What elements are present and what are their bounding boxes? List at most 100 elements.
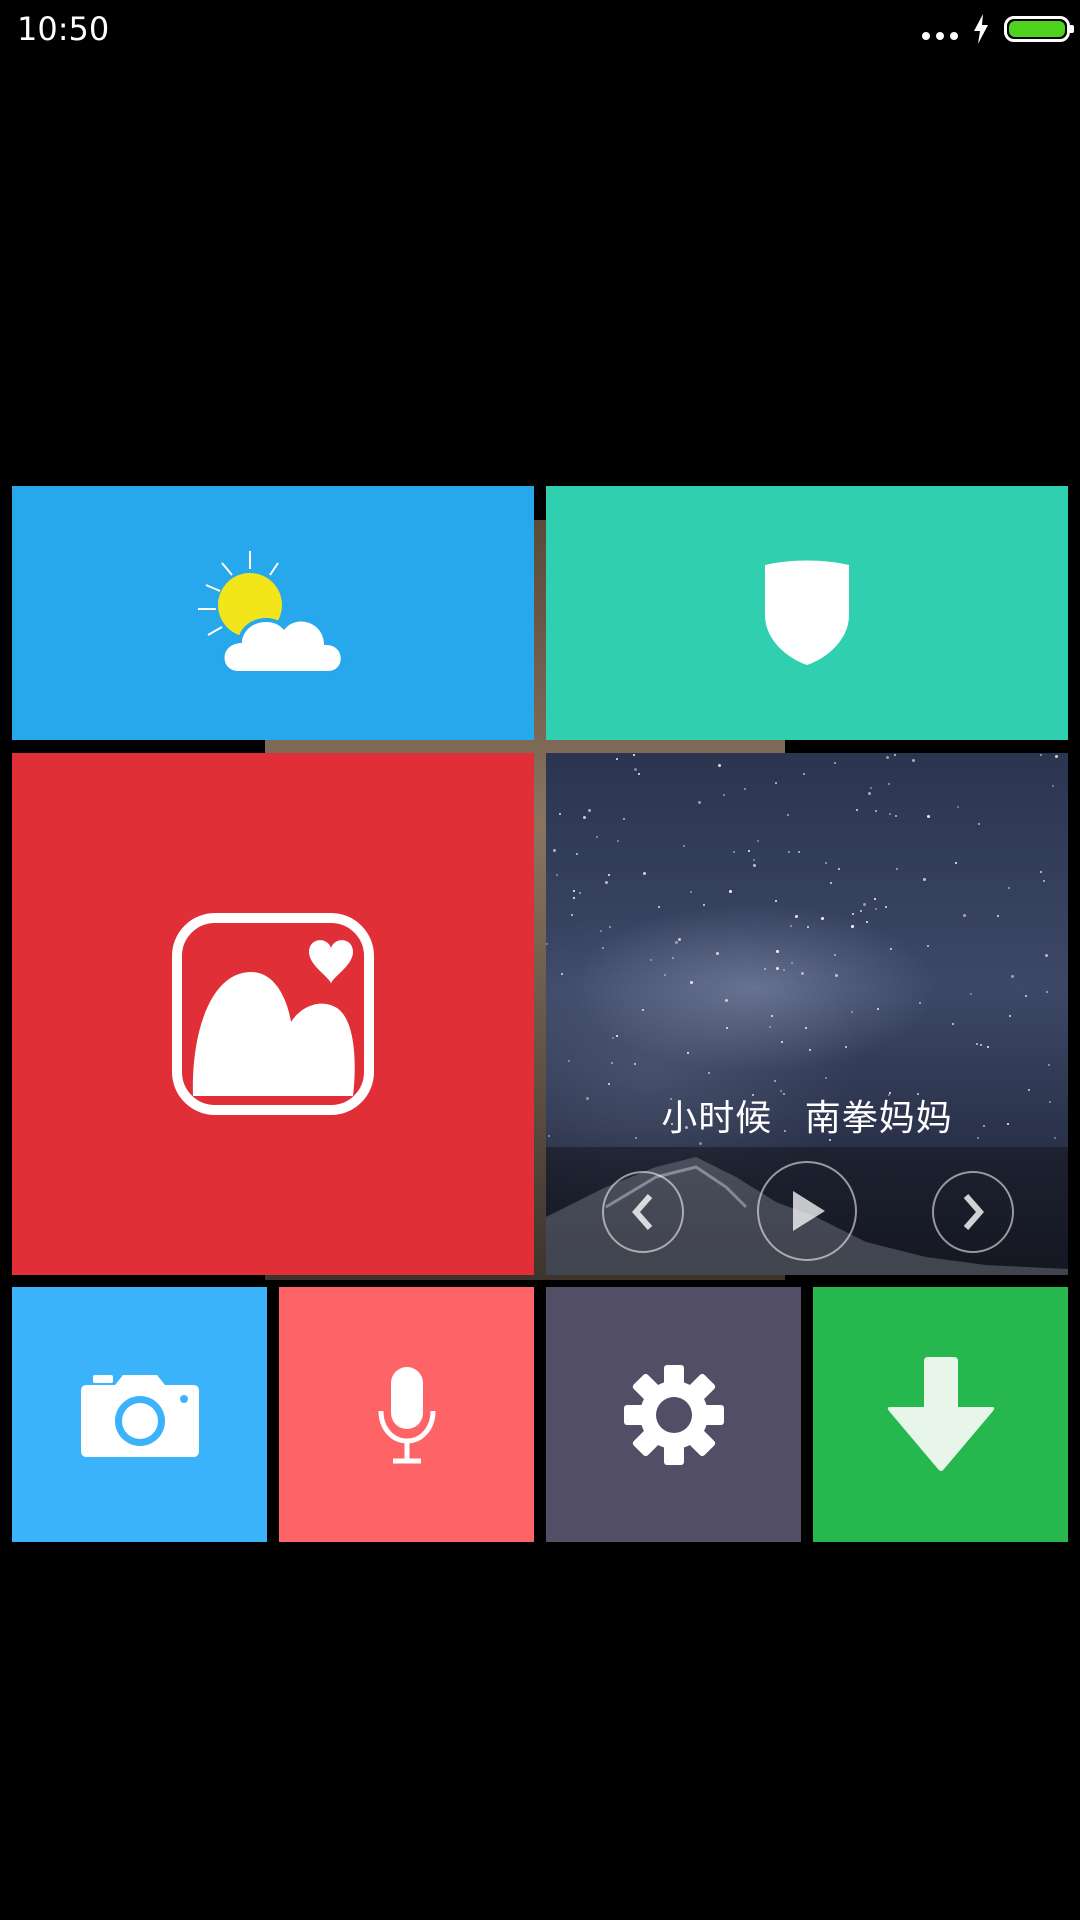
- star: [572, 896, 575, 899]
- star: [650, 958, 653, 961]
- star: [632, 754, 635, 757]
- star: [886, 756, 890, 759]
- star: [672, 956, 675, 959]
- star: [764, 967, 766, 970]
- star: [708, 1071, 711, 1074]
- star: [912, 758, 916, 762]
- star: [791, 961, 794, 964]
- microphone-icon: [378, 1366, 435, 1463]
- star: [890, 947, 893, 950]
- star: [787, 851, 790, 854]
- star: [599, 929, 602, 932]
- status-icons: [922, 14, 1074, 44]
- star: [820, 917, 824, 921]
- star: [1009, 1015, 1012, 1018]
- star: [1024, 994, 1027, 997]
- star: [689, 890, 692, 893]
- star: [641, 1009, 644, 1012]
- star: [552, 848, 556, 852]
- star: [859, 909, 862, 912]
- next-icon: [963, 1194, 984, 1230]
- star: [850, 925, 854, 929]
- star: [752, 863, 756, 867]
- more-dots-icon: [922, 32, 958, 40]
- star: [689, 981, 693, 985]
- star: [774, 1079, 777, 1082]
- star: [887, 782, 890, 785]
- star: [780, 1041, 783, 1044]
- star: [747, 850, 750, 853]
- previous-button[interactable]: [602, 1171, 684, 1253]
- weather-sun-cloud-icon: [198, 551, 345, 675]
- star: [834, 762, 837, 765]
- star: [834, 954, 837, 957]
- star: [877, 1008, 880, 1011]
- star: [722, 793, 725, 796]
- star: [868, 791, 872, 795]
- star: [1010, 974, 1014, 978]
- star: [837, 868, 840, 871]
- previous-icon: [632, 1194, 653, 1230]
- star: [895, 814, 898, 817]
- star: [756, 840, 759, 843]
- star: [774, 782, 777, 785]
- star: [601, 946, 604, 949]
- star: [570, 913, 573, 916]
- star: [699, 1142, 703, 1146]
- download-arrow-icon: [887, 1356, 994, 1471]
- security-tile[interactable]: [546, 486, 1068, 740]
- weather-tile[interactable]: [12, 486, 534, 740]
- star: [926, 944, 929, 947]
- star: [804, 1027, 807, 1030]
- star: [794, 914, 798, 918]
- gallery-tile[interactable]: [12, 753, 534, 1275]
- star: [963, 913, 967, 917]
- player-controls: [546, 1147, 1068, 1275]
- star: [642, 871, 646, 875]
- star: [572, 890, 575, 893]
- star: [874, 810, 877, 813]
- star: [786, 814, 789, 817]
- star: [615, 757, 618, 760]
- star: [674, 941, 678, 945]
- star: [776, 950, 780, 954]
- star: [733, 850, 736, 853]
- star: [975, 1042, 978, 1045]
- next-button[interactable]: [932, 1171, 1014, 1253]
- star: [686, 1051, 689, 1054]
- status-time: 10:50: [17, 10, 110, 48]
- star: [657, 906, 660, 909]
- microphone-tile[interactable]: [279, 1287, 534, 1542]
- star: [608, 926, 611, 929]
- music-player-tile[interactable]: 小时候 南拳妈妈: [546, 753, 1068, 1275]
- song-artist: 南拳妈妈: [804, 1098, 953, 1139]
- star: [798, 850, 801, 853]
- star: [677, 937, 681, 941]
- star: [612, 1037, 615, 1040]
- star: [1039, 753, 1042, 756]
- star: [1046, 990, 1049, 993]
- star: [561, 972, 564, 975]
- star: [604, 880, 608, 884]
- star: [783, 968, 786, 971]
- star: [863, 902, 867, 906]
- play-icon: [793, 1191, 825, 1231]
- star: [623, 818, 626, 821]
- star: [977, 822, 980, 825]
- download-tile[interactable]: [813, 1287, 1068, 1542]
- star: [556, 873, 558, 876]
- settings-tile[interactable]: [546, 1287, 801, 1542]
- star: [789, 924, 792, 927]
- star: [1044, 953, 1048, 957]
- play-button[interactable]: [757, 1161, 857, 1261]
- star: [830, 881, 833, 884]
- camera-tile[interactable]: [12, 1287, 267, 1542]
- star: [608, 874, 611, 877]
- star: [852, 913, 855, 916]
- star: [825, 861, 828, 864]
- star: [770, 1014, 773, 1017]
- battery-icon: [1004, 16, 1074, 42]
- star: [855, 808, 858, 811]
- star: [546, 942, 549, 945]
- star: [616, 840, 619, 843]
